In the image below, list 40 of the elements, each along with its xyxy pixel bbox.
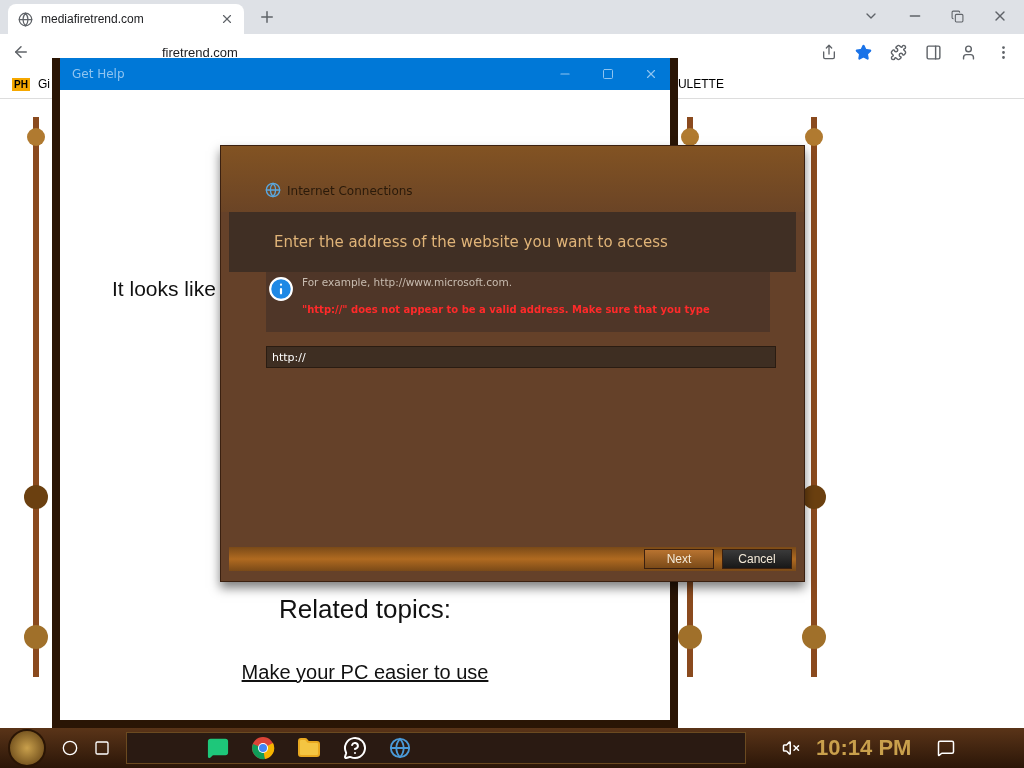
dialog-button[interactable]: Next	[644, 549, 714, 569]
dialog-heading: Enter the address of the website you want to access	[274, 233, 668, 251]
bookmark-badge: PH	[12, 77, 30, 91]
notification-icon[interactable]	[937, 739, 956, 757]
status-message: It looks like	[112, 276, 216, 302]
globe-icon[interactable]	[389, 737, 411, 759]
dialog-title: Internet Connections	[287, 184, 413, 198]
search-icon[interactable]	[62, 740, 78, 756]
bookmark-label[interactable]: ULETTE	[677, 77, 724, 91]
folder-icon[interactable]	[297, 736, 321, 760]
new-tab-icon[interactable]	[258, 8, 276, 26]
tab-title: mediafiretrend.com	[41, 12, 145, 26]
example-hint: For example, http://www.microsoft.com.	[302, 276, 513, 288]
help-icon[interactable]	[343, 736, 367, 760]
share-icon[interactable]	[821, 44, 837, 60]
clock[interactable]: 10:14 PM	[816, 735, 912, 761]
globe-icon	[18, 11, 33, 27]
chat-icon[interactable]	[207, 737, 229, 759]
star-icon[interactable]	[855, 43, 872, 61]
address-field[interactable]: http://	[266, 346, 776, 368]
window-title: Get Help	[72, 67, 125, 81]
info-icon	[268, 276, 294, 302]
chrome-icon[interactable]	[251, 736, 275, 760]
back-icon[interactable]	[12, 43, 30, 61]
close-icon[interactable]	[220, 12, 234, 26]
error-message: "http://" does not appear to be a valid address. Make sure that you type	[302, 304, 710, 315]
browser-tab[interactable]: mediafiretrend.com	[8, 4, 244, 34]
dialog-button[interactable]: Cancel	[722, 549, 792, 569]
address-text[interactable]: firetrend.com	[162, 44, 238, 60]
globe-icon	[265, 182, 281, 198]
bookmark-label[interactable]: Gi	[37, 77, 50, 91]
start-button[interactable]	[8, 729, 46, 767]
task-view-icon[interactable]	[94, 740, 110, 756]
related-link[interactable]: Make your PC easier to use	[241, 661, 489, 684]
side-panel-icon[interactable]	[925, 43, 942, 61]
related-heading: Related topics:	[279, 594, 451, 625]
puzzle-icon[interactable]	[890, 43, 907, 61]
muted-speaker-icon[interactable]	[782, 739, 800, 757]
restore-icon[interactable]	[951, 9, 964, 23]
profile-icon[interactable]	[960, 43, 977, 61]
